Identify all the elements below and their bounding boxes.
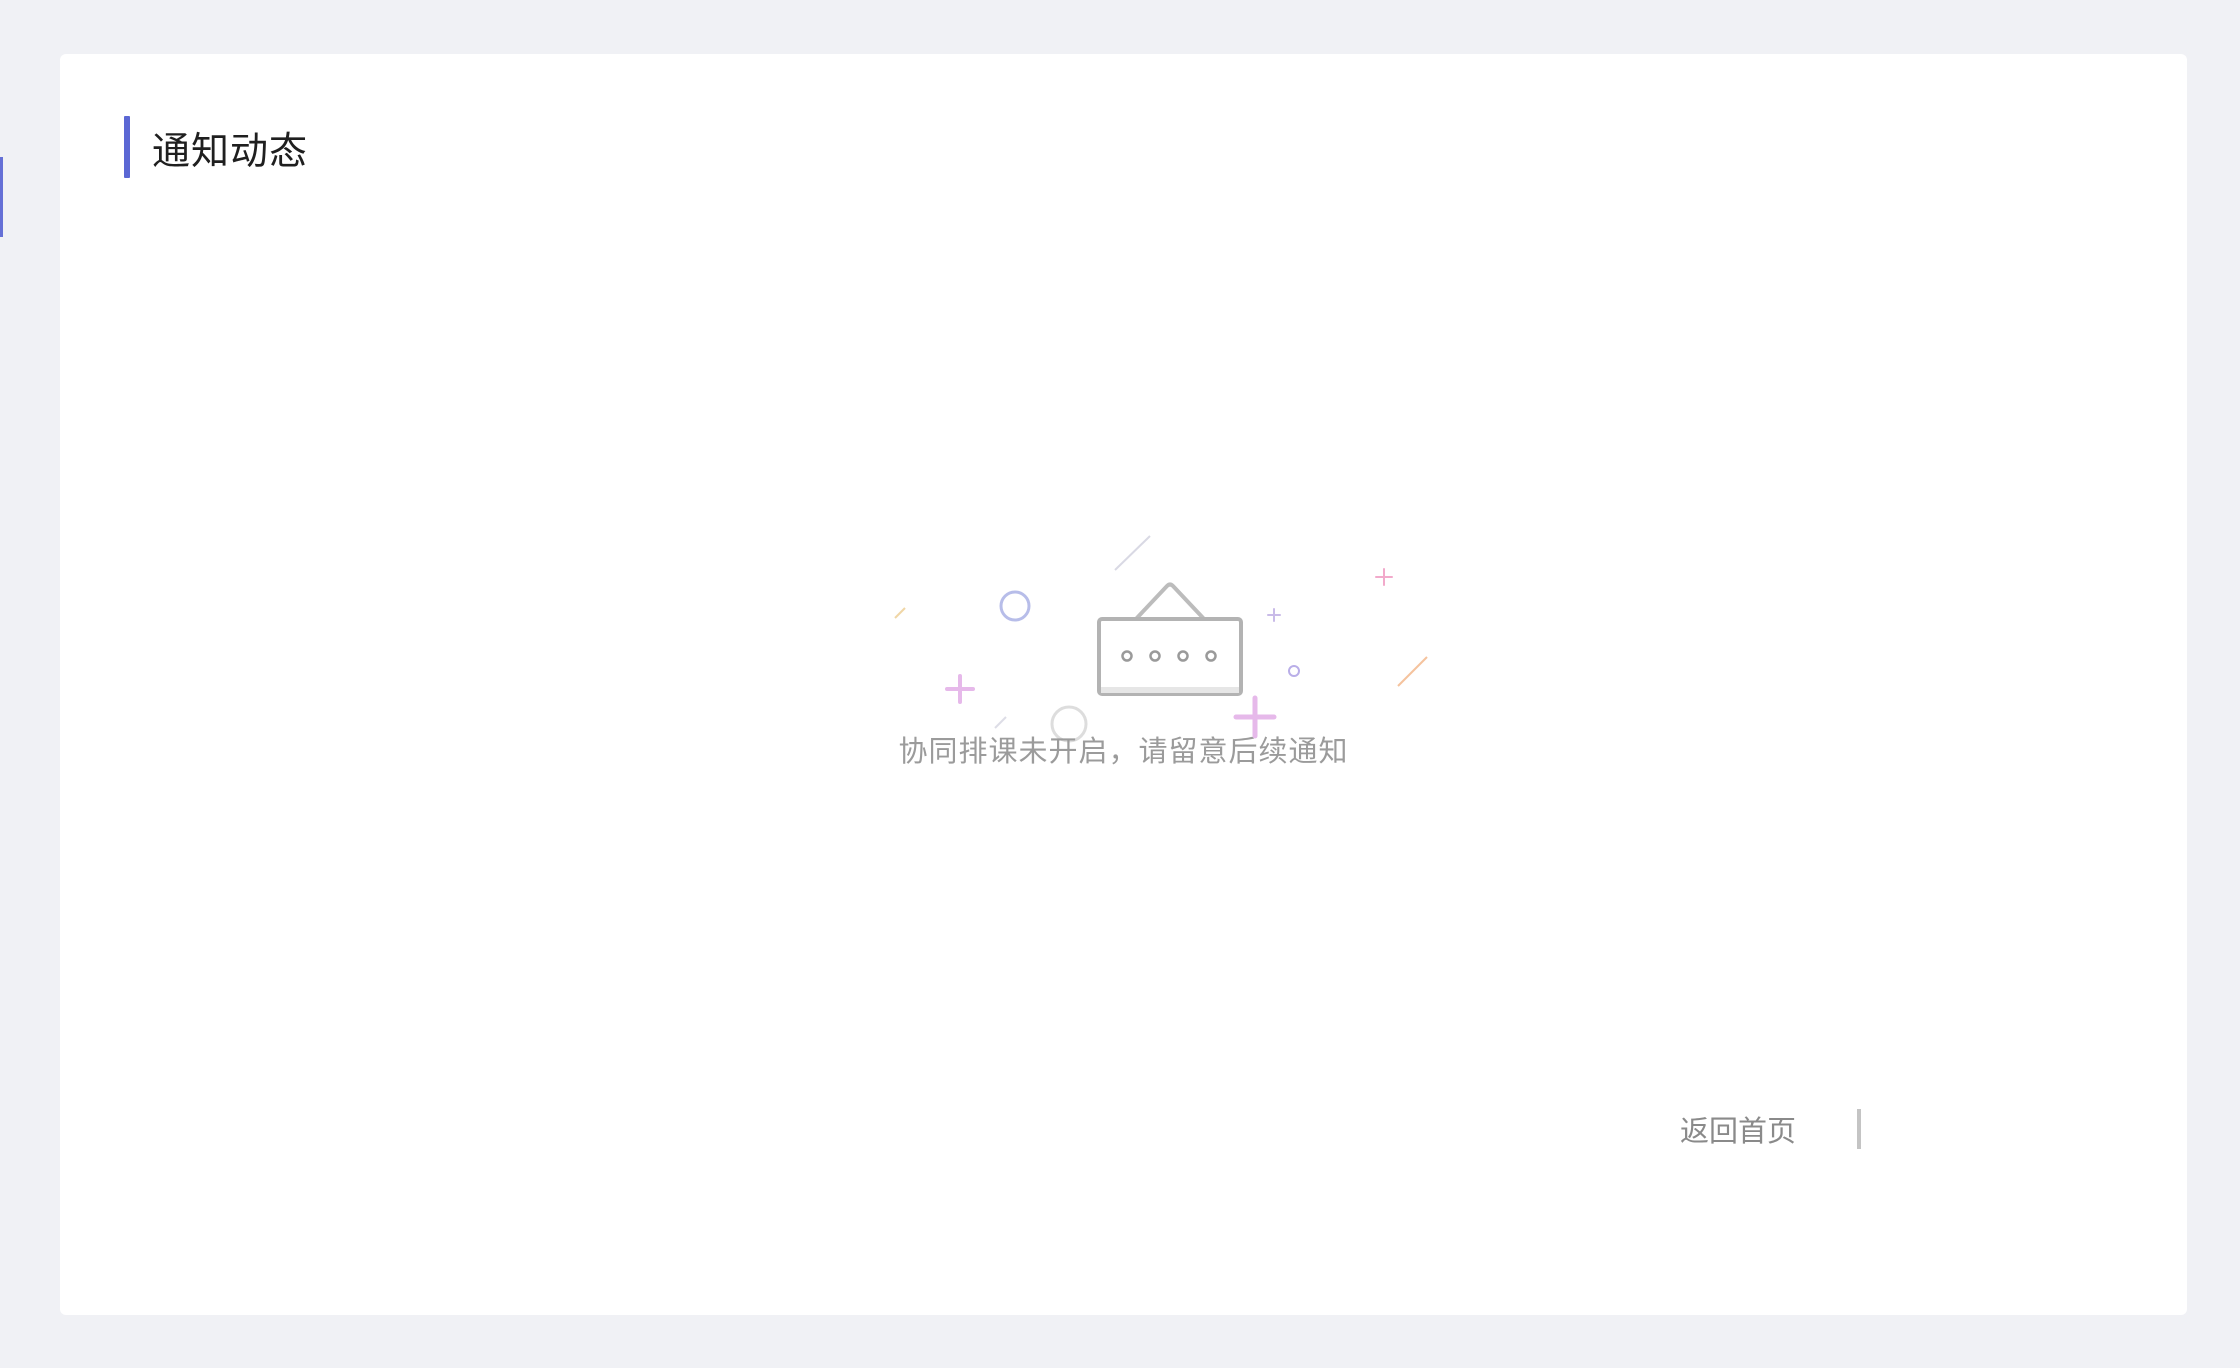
divider (1857, 1109, 1861, 1149)
title-accent-bar (124, 116, 130, 178)
back-home-link[interactable]: 返回首页 (1680, 1108, 1796, 1150)
notification-card: 通知动态 协同排课未开启，请留意后续通知 返回首页 (60, 54, 2187, 1315)
sidebar-active-indicator (0, 157, 3, 237)
section-header: 通知动态 (124, 116, 308, 178)
empty-state-message: 协同排课未开启，请留意后续通知 (898, 734, 1349, 768)
page-title: 通知动态 (152, 128, 309, 173)
